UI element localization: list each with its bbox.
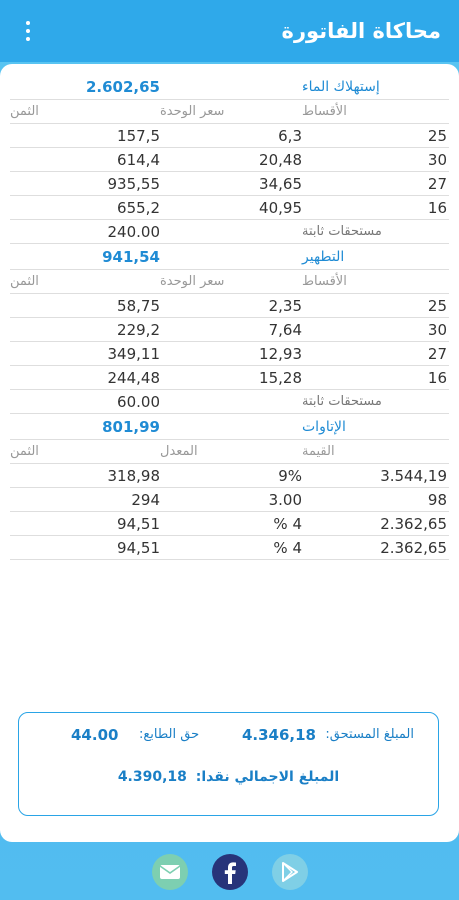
sanitation-total: 941,54 — [102, 247, 160, 266]
row-rate: % 4 — [273, 514, 302, 533]
table-row: 244,48 15,28 16 — [10, 366, 449, 390]
row-quantity: 27 — [427, 344, 447, 363]
facebook-icon[interactable] — [211, 854, 248, 890]
row-price: 349,11 — [107, 344, 161, 363]
more-vert-icon[interactable] — [16, 16, 40, 46]
table-row: 349,11 12,93 27 — [10, 342, 449, 366]
row-unit-price: 6,3 — [278, 126, 302, 145]
row-price: 655,2 — [117, 198, 160, 217]
sanitation-title: التطهير — [302, 248, 345, 265]
table-row: 229,2 7,64 30 — [10, 318, 449, 342]
row-quantity: 16 — [427, 368, 447, 387]
row-value: 3.544,19 — [380, 466, 447, 485]
row-unit-price: 15,28 — [259, 368, 302, 387]
row-price: 229,2 — [117, 320, 160, 339]
row-unit-price: 20,48 — [259, 150, 302, 169]
fixed-charges-label: مستحقات ثابتة — [302, 224, 382, 239]
row-unit-price: 12,93 — [259, 344, 302, 363]
row-price: 935,55 — [107, 174, 161, 193]
row-price: 294 — [131, 490, 160, 509]
section-header-water: 2.602,65 إستهلاك الماء — [10, 74, 449, 100]
royalties-title: الإتاوات — [302, 418, 346, 435]
table-row: 935,55 34,65 27 — [10, 172, 449, 196]
mail-icon[interactable] — [151, 854, 188, 890]
table-row: 94,51 % 4 2.362,65 — [10, 512, 449, 536]
page-title: محاكاة الفاتورة — [281, 19, 441, 43]
table-row: 157,5 6,3 25 — [10, 124, 449, 148]
amount-due-value: 4.346,18 — [241, 726, 316, 744]
total-cash-label: المبلغ الاجمالي نقدا: — [195, 769, 340, 785]
header-installments: الأقساط — [302, 104, 347, 119]
table-header: الثمن سعر الوحدة الأقساط — [10, 270, 449, 294]
row-price: 244,48 — [107, 368, 161, 387]
row-unit-price: 40,95 — [259, 198, 302, 217]
row-quantity: 27 — [427, 174, 447, 193]
fixed-charges-value: 60.00 — [117, 392, 160, 411]
table-row: 294 3.00 98 — [10, 488, 449, 512]
section-header-sanitation: 941,54 التطهير — [10, 244, 449, 270]
total-cash-value: 4.390,18 — [117, 769, 187, 785]
royalties-total: 801,99 — [102, 417, 160, 436]
share-bar — [0, 846, 459, 898]
fixed-charges-value: 240.00 — [107, 222, 161, 241]
row-quantity: 25 — [427, 296, 447, 315]
header-installments: الأقساط — [302, 274, 347, 289]
table-header: الثمن المعدل القيمة — [10, 440, 449, 464]
amount-due-label: المبلغ المستحق: — [325, 727, 414, 742]
table-header: الثمن سعر الوحدة الأقساط — [10, 100, 449, 124]
row-price: 157,5 — [117, 126, 160, 145]
header-value: القيمة — [302, 444, 335, 459]
row-unit-price: 7,64 — [268, 320, 302, 339]
row-price: 58,75 — [117, 296, 160, 315]
header-price: الثمن — [10, 104, 39, 119]
table-row: 614,4 20,48 30 — [10, 148, 449, 172]
row-price: 318,98 — [107, 466, 161, 485]
fixed-charges-row: 240.00 مستحقات ثابتة — [10, 220, 449, 244]
summary-box: المبلغ المستحق: 4.346,18 حق الطابع: 44.0… — [18, 712, 439, 816]
table-row: 58,75 2,35 25 — [10, 294, 449, 318]
invoice-card: 2.602,65 إستهلاك الماء الثمن سعر الوحدة … — [0, 64, 459, 842]
app-bar: محاكاة الفاتورة — [0, 0, 459, 62]
row-quantity: 16 — [427, 198, 447, 217]
header-price: الثمن — [10, 274, 39, 289]
row-unit-price: 2,35 — [268, 296, 302, 315]
row-price: 94,51 — [117, 538, 160, 557]
row-value: 2.362,65 — [380, 514, 447, 533]
row-rate: 9% — [278, 466, 302, 485]
section-header-royalties: 801,99 الإتاوات — [10, 414, 449, 440]
water-title: إستهلاك الماء — [302, 78, 380, 95]
row-quantity: 25 — [427, 126, 447, 145]
water-total: 2.602,65 — [85, 77, 160, 96]
invoice-table: 2.602,65 إستهلاك الماء الثمن سعر الوحدة … — [10, 74, 449, 560]
fixed-charges-label: مستحقات ثابتة — [302, 394, 382, 409]
row-quantity: 30 — [427, 150, 447, 169]
row-value: 98 — [427, 490, 447, 509]
row-quantity: 30 — [427, 320, 447, 339]
stamp-duty-label: حق الطابع: — [139, 727, 200, 742]
row-rate: % 4 — [273, 538, 302, 557]
table-row: 655,2 40,95 16 — [10, 196, 449, 220]
row-price: 94,51 — [117, 514, 160, 533]
header-unit-price: سعر الوحدة — [160, 104, 225, 119]
header-price: الثمن — [10, 444, 39, 459]
stamp-duty-value: 44.00 — [71, 726, 119, 744]
google-play-icon[interactable] — [271, 854, 308, 890]
table-row: 318,98 9% 3.544,19 — [10, 464, 449, 488]
row-value: 2.362,65 — [380, 538, 447, 557]
row-unit-price: 34,65 — [259, 174, 302, 193]
row-rate: 3.00 — [268, 490, 302, 509]
row-price: 614,4 — [117, 150, 160, 169]
header-rate: المعدل — [160, 444, 198, 459]
table-row: 94,51 % 4 2.362,65 — [10, 536, 449, 560]
header-unit-price: سعر الوحدة — [160, 274, 225, 289]
fixed-charges-row: 60.00 مستحقات ثابتة — [10, 390, 449, 414]
